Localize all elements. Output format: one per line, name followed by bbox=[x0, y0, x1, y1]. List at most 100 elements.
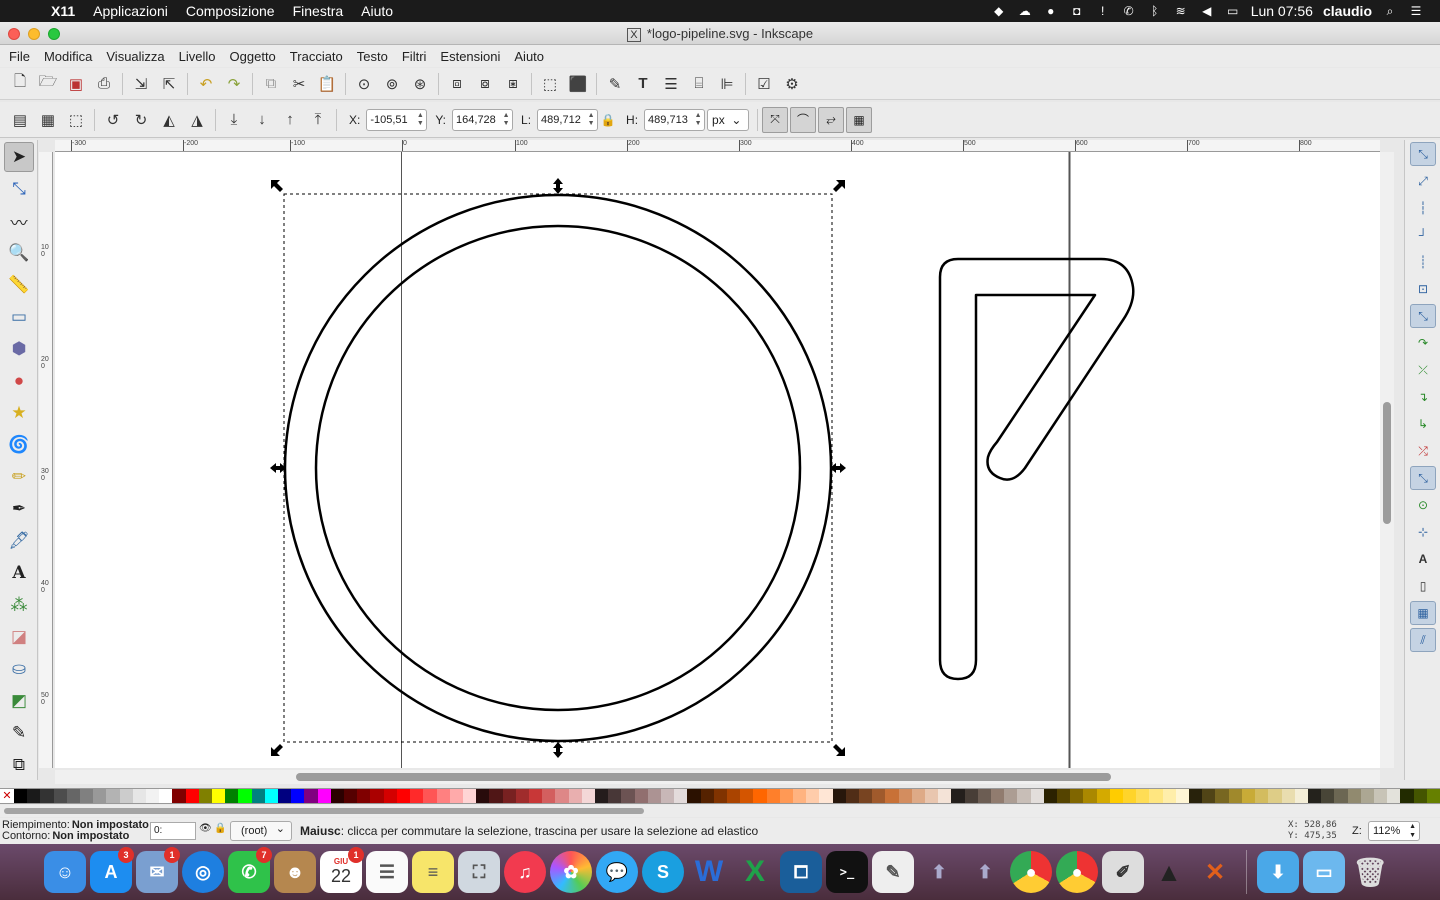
color-swatch[interactable] bbox=[198, 789, 213, 803]
rocket-app-icon[interactable]: ⬆ bbox=[918, 851, 960, 893]
outer-circle[interactable] bbox=[283, 193, 833, 743]
color-swatch[interactable] bbox=[423, 789, 437, 803]
spin-arrows-icon[interactable]: ▲ ▼ bbox=[414, 112, 426, 128]
color-swatch[interactable] bbox=[1321, 789, 1335, 803]
color-swatch[interactable] bbox=[819, 789, 833, 803]
color-swatch[interactable] bbox=[621, 789, 635, 803]
color-swatch[interactable] bbox=[911, 789, 926, 803]
duplicate-icon[interactable]: ⧈ bbox=[443, 71, 471, 97]
3d-box-tool-icon[interactable]: ⬢ bbox=[4, 334, 34, 364]
snap-bbox-midpoint-icon[interactable]: ┊ bbox=[1410, 250, 1436, 274]
spin-arrows-icon[interactable]: ▲ ▼ bbox=[585, 112, 597, 128]
snap-others-icon[interactable]: ⤡ bbox=[1410, 466, 1436, 490]
preferences-icon[interactable]: ⚙ bbox=[778, 71, 806, 97]
color-swatch[interactable] bbox=[278, 789, 292, 803]
color-swatch[interactable] bbox=[581, 789, 595, 803]
text-editor-icon[interactable]: ✎ bbox=[872, 851, 914, 893]
fill-stroke-icon[interactable]: ✎ bbox=[601, 71, 629, 97]
color-swatch[interactable] bbox=[1268, 789, 1282, 803]
menu-estensioni[interactable]: Estensioni bbox=[433, 49, 507, 64]
color-swatch[interactable] bbox=[159, 789, 173, 803]
color-swatch[interactable] bbox=[555, 789, 569, 803]
color-swatch[interactable] bbox=[1123, 789, 1137, 803]
snap-cusp-nodes-icon[interactable]: ↴ bbox=[1410, 385, 1436, 409]
pencil-tool-icon[interactable]: ✏ bbox=[4, 462, 34, 492]
raise-icon[interactable]: ↑ bbox=[276, 107, 304, 133]
color-swatch[interactable] bbox=[594, 789, 609, 803]
drawing-canvas[interactable] bbox=[55, 152, 1380, 768]
color-swatch[interactable] bbox=[1096, 789, 1110, 803]
menu-testo[interactable]: Testo bbox=[350, 49, 395, 64]
paste-icon[interactable]: 📋 bbox=[313, 71, 341, 97]
color-swatch[interactable] bbox=[212, 789, 226, 803]
color-swatch[interactable] bbox=[80, 789, 94, 803]
raise-to-top-icon[interactable]: ⤒ bbox=[304, 107, 332, 133]
color-swatch[interactable] bbox=[938, 789, 952, 803]
color-swatch[interactable] bbox=[264, 789, 279, 803]
spin-arrows-icon[interactable]: ▲ ▼ bbox=[500, 112, 512, 128]
eraser-tool-icon[interactable]: ◪ bbox=[4, 622, 34, 652]
color-swatch[interactable] bbox=[779, 789, 793, 803]
color-swatch[interactable] bbox=[1347, 789, 1361, 803]
x-coordinate-field[interactable]: -105,51 ▲ ▼ bbox=[366, 108, 428, 131]
color-swatch[interactable] bbox=[568, 789, 582, 803]
disk-utility-icon[interactable]: ✕ bbox=[1194, 851, 1236, 893]
import-icon[interactable]: ⇲ bbox=[127, 71, 155, 97]
menu-modifica[interactable]: Modifica bbox=[37, 49, 99, 64]
pipeline-p-shape[interactable] bbox=[938, 257, 1135, 681]
canvas-drawing[interactable] bbox=[55, 152, 1380, 768]
lower-icon[interactable]: ↓ bbox=[248, 107, 276, 133]
window-close-button[interactable] bbox=[8, 28, 20, 40]
snap-page-border-icon[interactable]: ▯ bbox=[1410, 574, 1436, 598]
xquartz-icon[interactable]: ⧠ bbox=[780, 851, 822, 893]
color-swatch[interactable] bbox=[740, 789, 754, 803]
star-tool-icon[interactable]: ★ bbox=[4, 398, 34, 428]
phone-icon[interactable]: ✆ bbox=[1121, 4, 1137, 18]
selector-tool-icon[interactable]: ➤ bbox=[4, 142, 34, 172]
color-swatch[interactable] bbox=[330, 789, 345, 803]
color-swatch[interactable] bbox=[1400, 789, 1414, 803]
calligraphy-tool-icon[interactable]: 🖋 bbox=[4, 526, 34, 556]
color-swatch[interactable] bbox=[396, 789, 411, 803]
color-swatch[interactable] bbox=[1004, 789, 1018, 803]
align-distribute-icon[interactable]: ⊫ bbox=[713, 71, 741, 97]
undo-icon[interactable]: ↶ bbox=[192, 71, 220, 97]
downloads-folder-icon[interactable]: ⬇ bbox=[1257, 851, 1299, 893]
scale-stroke-toggle-icon[interactable]: ⤧ bbox=[762, 106, 789, 133]
documents-folder-icon[interactable]: ▭ bbox=[1303, 851, 1345, 893]
color-swatch[interactable] bbox=[713, 789, 727, 803]
color-swatch[interactable] bbox=[370, 789, 384, 803]
color-swatch[interactable] bbox=[383, 789, 397, 803]
group-icon[interactable]: ⬚ bbox=[536, 71, 564, 97]
color-swatch[interactable] bbox=[132, 789, 147, 803]
calendar-icon[interactable]: GIU 22 1 bbox=[320, 847, 364, 893]
inkscape-icon[interactable]: ▲ bbox=[1148, 851, 1190, 893]
rotate-ccw-icon[interactable]: ↺ bbox=[99, 107, 127, 133]
messages-icon[interactable]: 💬 bbox=[596, 851, 638, 893]
cut-icon[interactable]: ✂ bbox=[285, 71, 313, 97]
print-icon[interactable]: ⎙ bbox=[90, 71, 118, 97]
redo-icon[interactable]: ↷ bbox=[220, 71, 248, 97]
copy-icon[interactable]: ⧉ bbox=[257, 71, 285, 97]
spin-arrows-icon[interactable]: ▲ ▼ bbox=[1409, 822, 1416, 840]
color-swatch[interactable] bbox=[528, 789, 543, 803]
zoom-field[interactable]: 112% ▲ ▼ bbox=[1368, 821, 1420, 841]
rotate-cw-icon[interactable]: ↻ bbox=[127, 107, 155, 133]
connector-tool-icon[interactable]: ⧉ bbox=[4, 750, 34, 780]
text-font-icon[interactable]: T bbox=[629, 71, 657, 97]
unit-select[interactable]: px ⌄ bbox=[707, 108, 750, 131]
color-swatch[interactable] bbox=[1426, 789, 1440, 803]
color-swatch[interactable] bbox=[792, 789, 807, 803]
snap-rotation-center-icon[interactable]: ⊹ bbox=[1410, 520, 1436, 544]
color-swatch[interactable] bbox=[991, 789, 1005, 803]
width-field[interactable]: 489,712 ▲ ▼ bbox=[537, 108, 599, 131]
menubar-item-applicazioni[interactable]: Applicazioni bbox=[84, 3, 177, 19]
vertical-scroll-thumb[interactable] bbox=[1383, 402, 1391, 524]
color-swatch[interactable] bbox=[1043, 789, 1058, 803]
color-palette[interactable]: ✕ bbox=[0, 788, 1440, 804]
node-tool-icon[interactable]: ⤡ bbox=[4, 174, 34, 204]
color-swatch[interactable] bbox=[106, 789, 120, 803]
color-swatch[interactable] bbox=[436, 789, 450, 803]
color-swatch[interactable] bbox=[410, 789, 424, 803]
menu-tracciato[interactable]: Tracciato bbox=[283, 49, 350, 64]
